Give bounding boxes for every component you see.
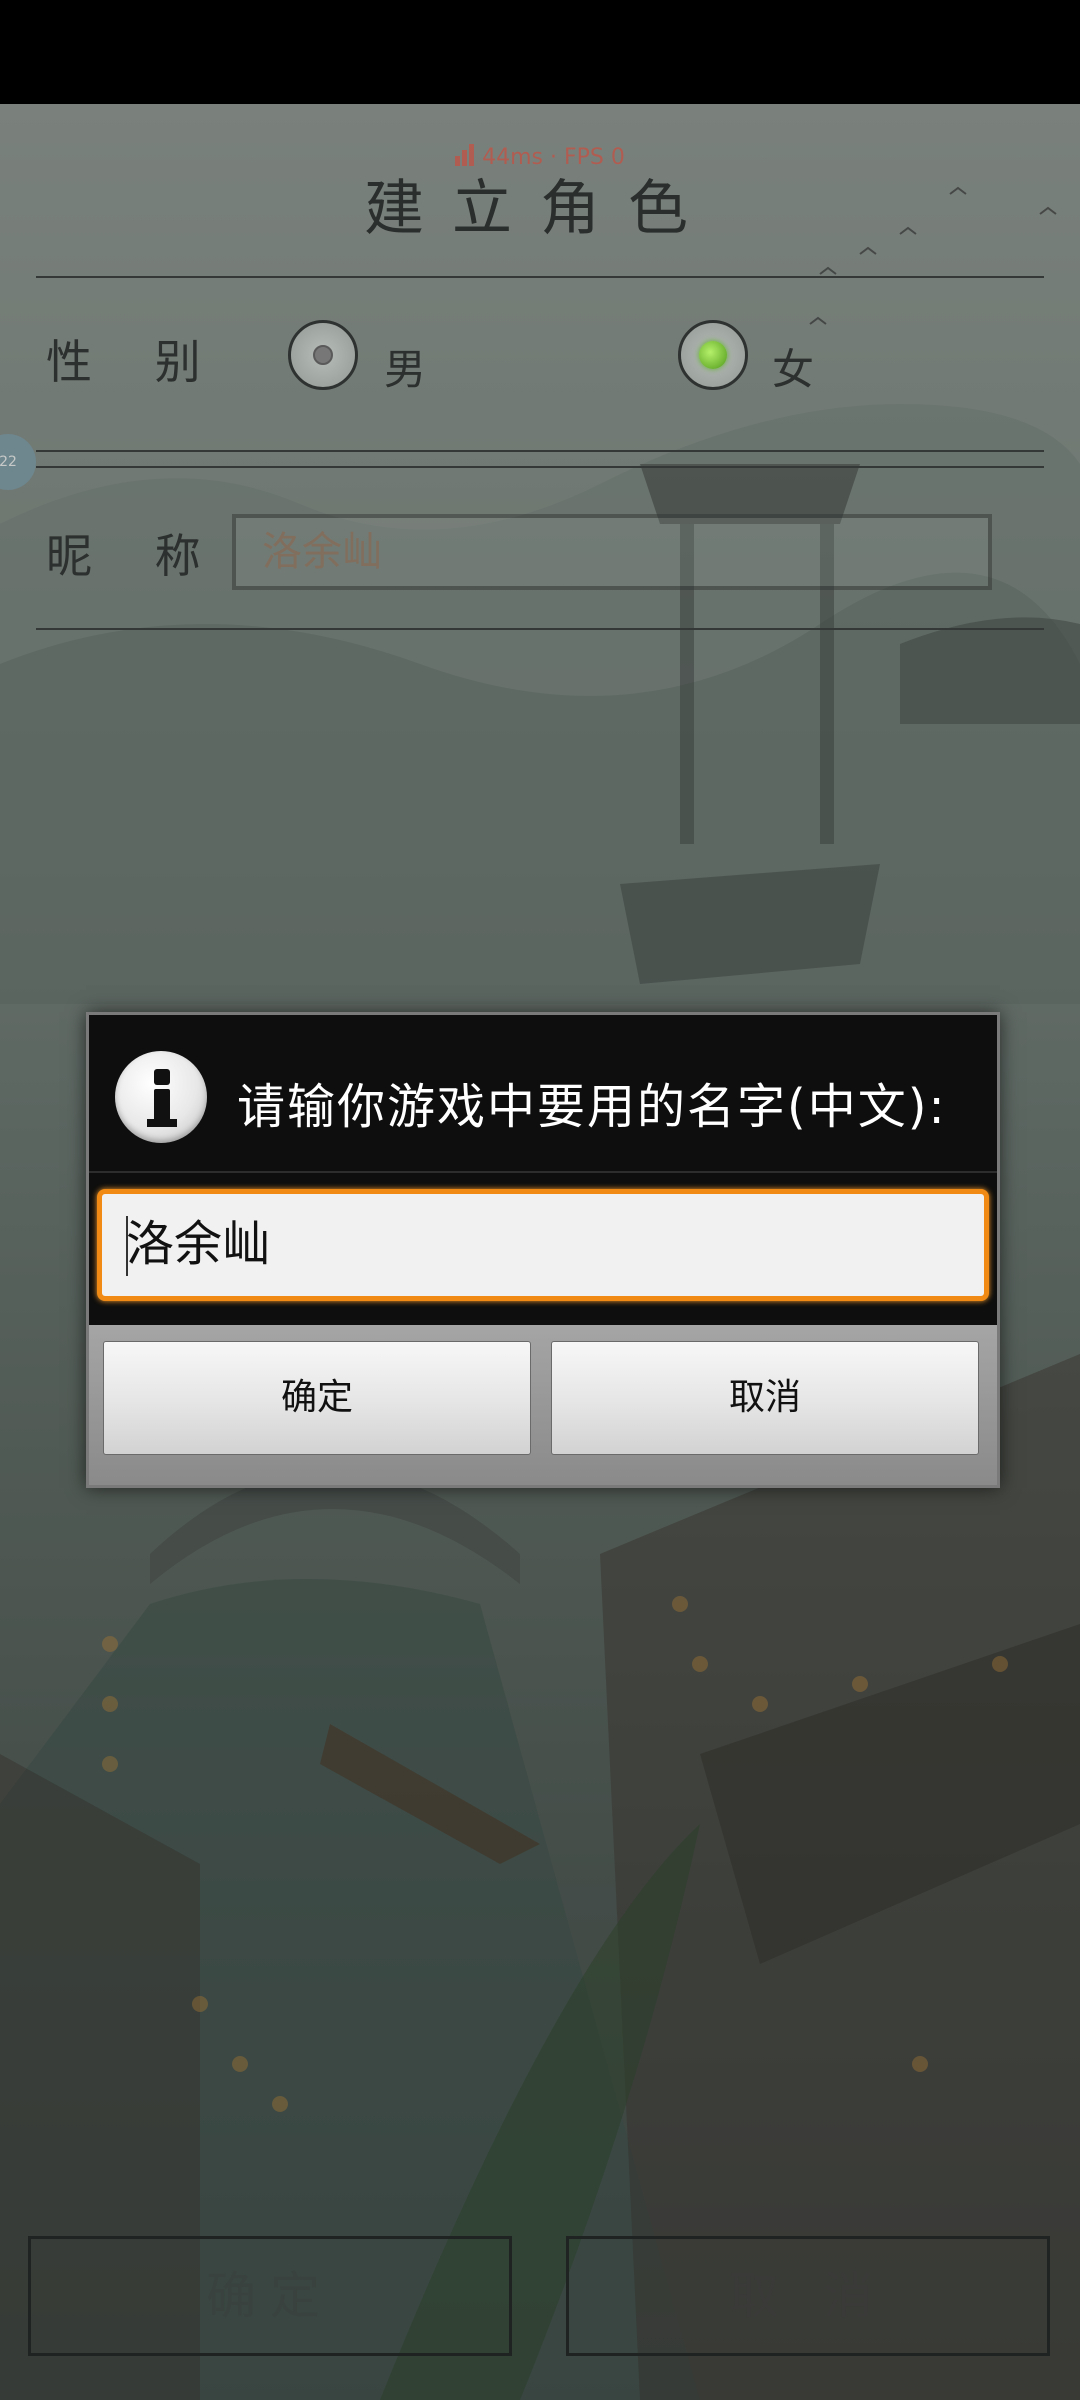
name-input-value: 洛余屾 bbox=[126, 1216, 271, 1272]
dialog-cancel-button[interactable]: 取消 bbox=[551, 1341, 979, 1455]
bottom-cancel-button[interactable]: 取 消 bbox=[566, 2236, 1050, 2356]
dialog-header: 请输你游戏中要用的名字(中文): bbox=[89, 1015, 997, 1171]
name-input-dialog: 请输你游戏中要用的名字(中文): 洛余屾 确定 取消 bbox=[86, 1012, 1000, 1488]
bottom-confirm-button[interactable]: 确定 bbox=[28, 2236, 512, 2356]
divider bbox=[36, 628, 1044, 630]
dialog-divider bbox=[89, 1171, 997, 1173]
radio-dot bbox=[699, 341, 727, 369]
gender-male-label[interactable]: 男 bbox=[384, 336, 426, 397]
status-bar bbox=[0, 0, 1080, 104]
divider bbox=[36, 466, 1044, 468]
info-icon bbox=[115, 1051, 207, 1143]
gender-female-radio[interactable] bbox=[678, 320, 748, 390]
divider bbox=[36, 450, 1044, 452]
divider bbox=[36, 276, 1044, 278]
name-input[interactable]: 洛余屾 bbox=[97, 1189, 989, 1301]
nickname-label: 昵 称 bbox=[46, 529, 225, 583]
gender-label: 性 别 bbox=[46, 335, 225, 389]
dialog-button-bar: 确定 取消 bbox=[89, 1325, 997, 1485]
radio-dot bbox=[313, 345, 333, 365]
gender-male-radio[interactable] bbox=[288, 320, 358, 390]
dialog-title: 请输你游戏中要用的名字(中文): bbox=[237, 1079, 947, 1135]
page-title: 建立角色 bbox=[364, 174, 716, 244]
text-cursor bbox=[126, 1216, 128, 1276]
gender-female-label[interactable]: 女 bbox=[772, 336, 814, 397]
nickname-field[interactable]: 洛余屾 bbox=[232, 514, 992, 590]
dialog-confirm-button[interactable]: 确定 bbox=[103, 1341, 531, 1455]
